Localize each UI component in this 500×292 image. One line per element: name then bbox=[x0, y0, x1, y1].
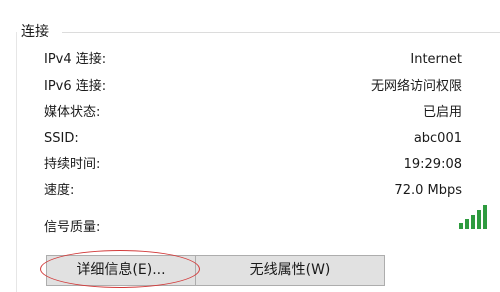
row-duration: 持续时间: 19:29:08 bbox=[44, 156, 462, 174]
signal-bar bbox=[459, 223, 463, 229]
row-value: Internet bbox=[410, 52, 462, 67]
row-ssid: SSID: abc001 bbox=[44, 130, 462, 148]
row-value: 已启用 bbox=[422, 105, 462, 120]
row-label: SSID: bbox=[44, 131, 79, 146]
row-label: IPv6 连接: bbox=[44, 79, 107, 94]
row-label: 持续时间: bbox=[44, 157, 101, 172]
row-value: 19:29:08 bbox=[403, 157, 462, 172]
row-label: 速度: bbox=[44, 183, 75, 198]
row-value: 72.0 Mbps bbox=[394, 183, 462, 198]
row-value: 无网络访问权限 bbox=[370, 79, 462, 94]
row-value: abc001 bbox=[413, 131, 462, 146]
signal-bar bbox=[471, 215, 475, 229]
details-button[interactable]: 详细信息(E)... bbox=[46, 255, 196, 286]
row-label: 信号质量: bbox=[44, 220, 101, 235]
section-title: 连接 bbox=[21, 23, 57, 41]
row-label: IPv4 连接: bbox=[44, 52, 107, 67]
signal-bar bbox=[483, 205, 487, 229]
row-media-state: 媒体状态: 已启用 bbox=[44, 104, 462, 122]
group-left-edge bbox=[16, 32, 17, 292]
signal-strength-icon bbox=[459, 205, 487, 229]
row-signal-quality: 信号质量: bbox=[44, 219, 462, 237]
signal-bar bbox=[477, 210, 481, 229]
signal-bar bbox=[465, 219, 469, 229]
group-rule bbox=[62, 32, 500, 33]
row-label: 媒体状态: bbox=[44, 105, 101, 120]
row-ipv4: IPv4 连接: Internet bbox=[44, 51, 462, 69]
row-speed: 速度: 72.0 Mbps bbox=[44, 182, 462, 200]
wireless-properties-button[interactable]: 无线属性(W) bbox=[195, 255, 385, 286]
row-ipv6: IPv6 连接: 无网络访问权限 bbox=[44, 78, 462, 96]
